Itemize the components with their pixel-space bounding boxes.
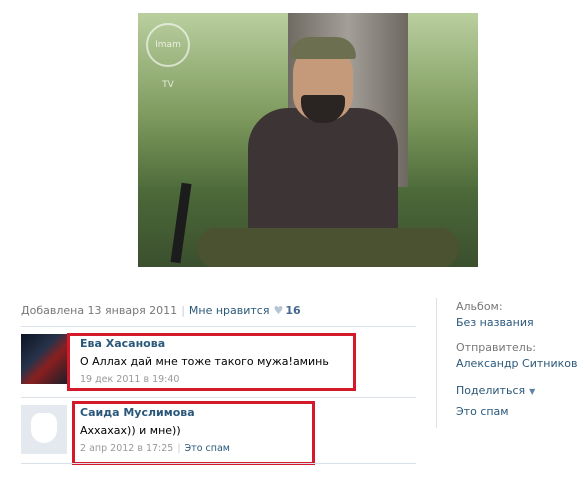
divider [21,326,416,327]
share-button[interactable]: Поделиться ▼ [456,384,535,397]
photo-person-legs [198,228,458,267]
added-date: Добавлена 13 января 2011 [21,304,178,317]
meta-separator: | [181,304,185,317]
album-label: Альбом: [456,300,503,313]
default-avatar-dog-icon [31,413,57,443]
divider [21,397,416,398]
avatar[interactable] [21,405,67,454]
photo-watermark-logo: Imam TV [146,23,190,90]
sender-link[interactable]: Александр Ситников [456,357,577,370]
photo-person-cap [290,37,356,59]
like-button[interactable]: Мне нравится [189,304,270,317]
sidebar-divider [436,298,437,428]
avatar[interactable] [21,334,67,384]
share-label: Поделиться [456,384,526,397]
album-link[interactable]: Без названия [456,316,534,329]
highlight-box [67,333,356,391]
report-spam-button[interactable]: Это спам [456,405,509,418]
photo-meta: Добавлена 13 января 2011 | Мне нравится ♥ 16 [21,304,301,317]
heart-icon[interactable]: ♥ [269,304,285,317]
divider [21,463,416,464]
like-count: 16 [285,304,301,317]
sender-label: Отправитель: [456,341,537,354]
caret-down-icon: ▼ [529,387,536,396]
highlight-box [72,401,315,465]
photo[interactable]: Imam TV [138,13,478,267]
